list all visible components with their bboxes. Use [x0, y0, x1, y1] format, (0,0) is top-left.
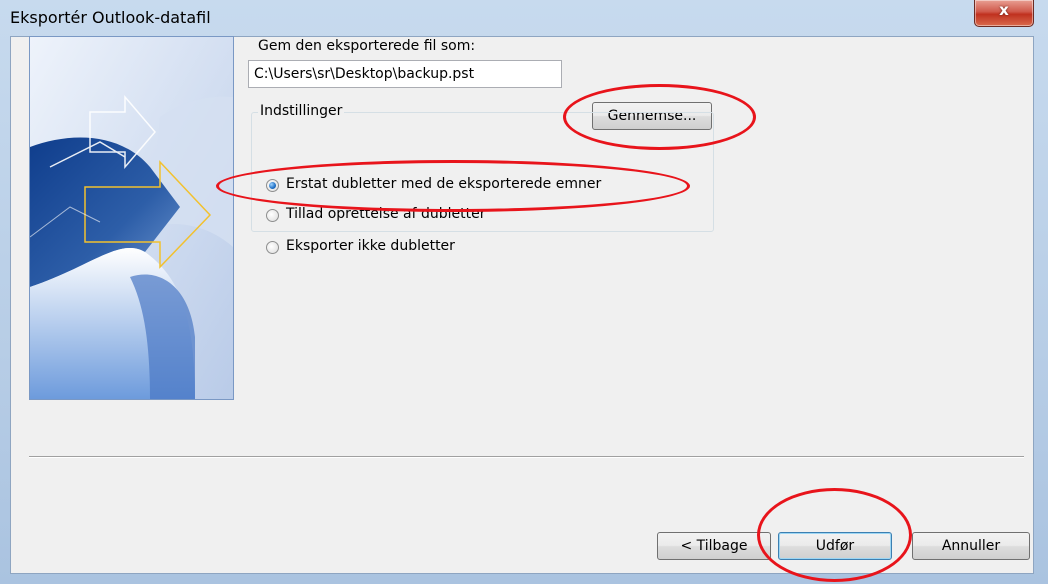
save-as-label: Gem den eksporterede fil som:: [258, 38, 476, 54]
option-label: Tillad oprettelse af dubletter: [286, 206, 486, 222]
close-button[interactable]: x: [974, 0, 1034, 27]
option-label: Eksporter ikke dubletter: [286, 238, 455, 254]
radio-unchecked-icon[interactable]: [266, 209, 279, 222]
options-legend: Indstillinger: [258, 103, 345, 119]
back-button[interactable]: < Tilbage: [657, 532, 771, 560]
option-label: Erstat dubletter med de eksporterede emn…: [286, 176, 602, 192]
radio-checked-icon[interactable]: [266, 179, 279, 192]
footer-separator: [29, 456, 1024, 458]
cancel-button[interactable]: Annuller: [912, 532, 1030, 560]
title-bar: Eksportér Outlook-datafil x: [0, 0, 1048, 34]
wizard-banner-svg: [30, 37, 233, 399]
window-title: Eksportér Outlook-datafil: [10, 8, 211, 27]
finish-button[interactable]: Udfør: [778, 532, 892, 560]
radio-unchecked-icon[interactable]: [266, 241, 279, 254]
export-wizard-graphic: [29, 36, 234, 400]
file-path-input[interactable]: [248, 60, 562, 88]
export-dialog-window: Eksportér Outlook-datafil x Gem den eksp…: [0, 0, 1048, 584]
close-icon: x: [999, 1, 1009, 19]
